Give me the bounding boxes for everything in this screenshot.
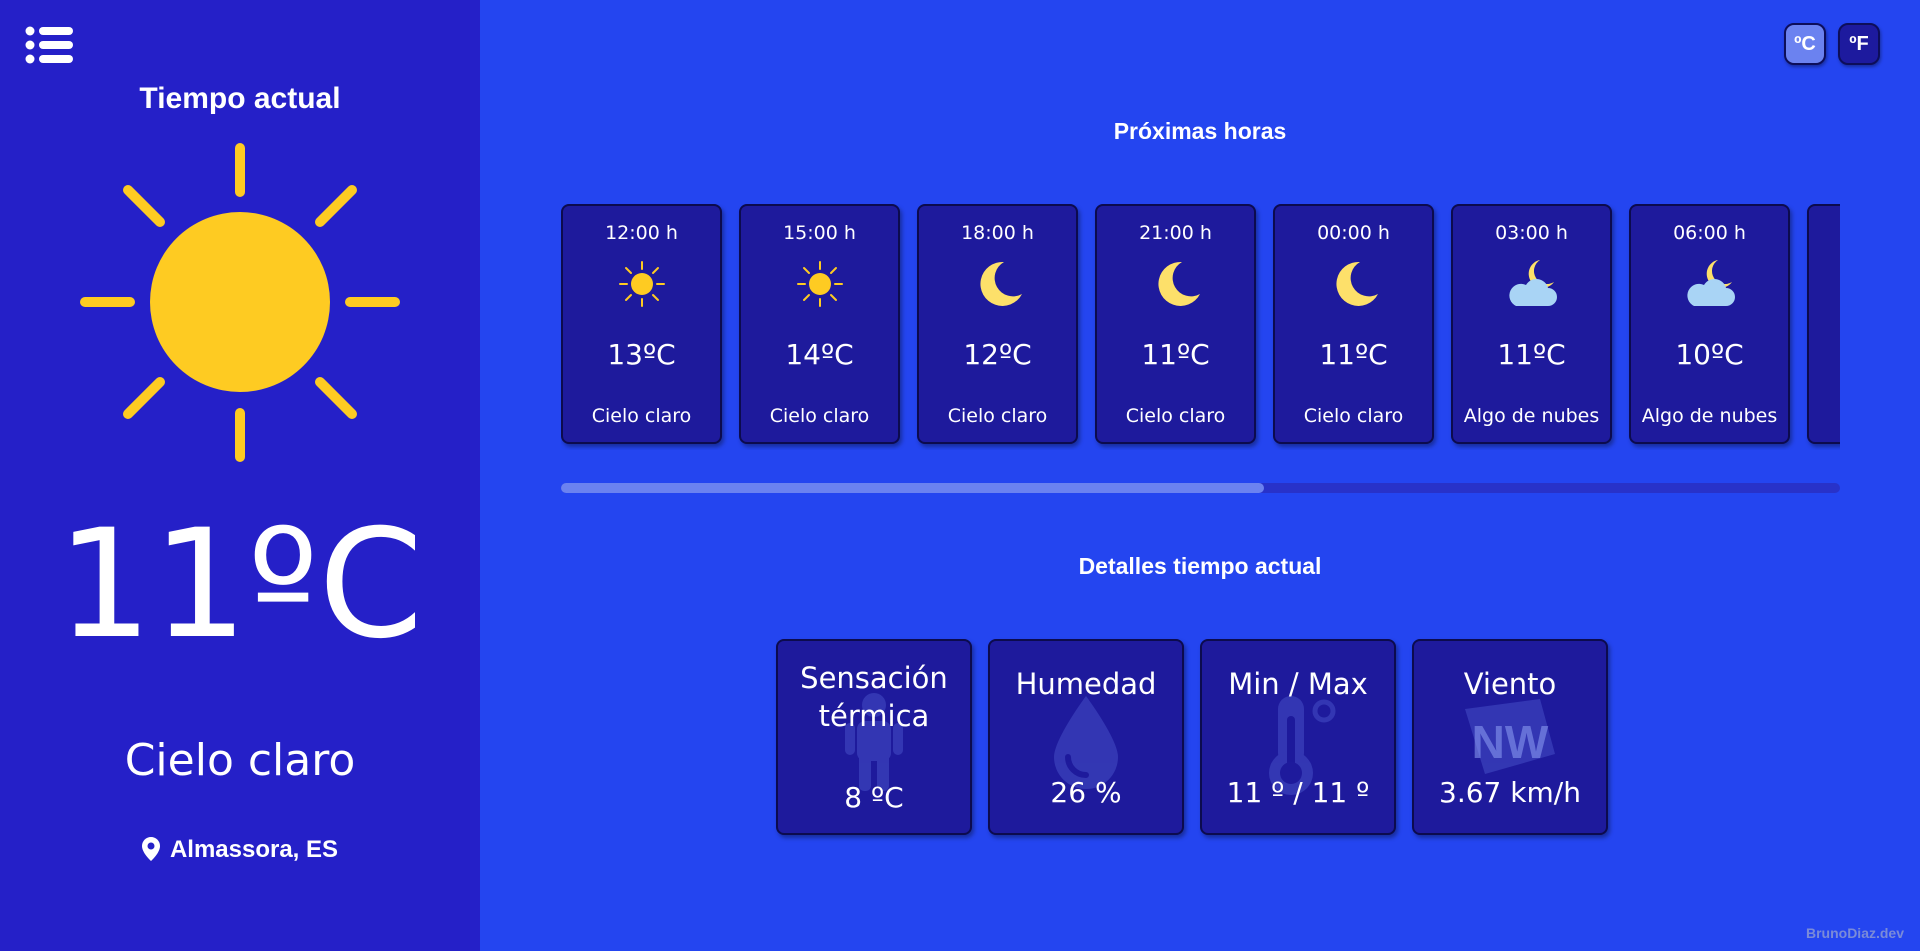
moon-cloud-icon [1504,258,1560,310]
moon-icon [970,258,1026,310]
hour-description: Cielo claro [1303,405,1404,427]
hour-card: 06:00 h 10ºC Algo de nubes [1629,204,1790,444]
hour-time: 18:00 h [961,222,1034,244]
hour-time: 06:00 h [1673,222,1746,244]
hour-description: Cielo claro [769,405,870,427]
current-description: Cielo claro [124,735,356,786]
humidity-label: Humedad [1015,667,1157,701]
hour-card [1807,204,1840,444]
hour-time: 03:00 h [1495,222,1568,244]
minmax-value: 11 º / 11 º [1226,776,1370,809]
hour-time: 21:00 h [1139,222,1212,244]
wind-direction-label: NW [1471,716,1549,768]
hour-description: Algo de nubes [1641,405,1778,427]
humidity-value: 26 % [1050,776,1122,809]
hourly-scrollbar[interactable] [561,483,1840,493]
footer-credit[interactable]: BrunoDiaz.dev [1806,925,1904,941]
hour-description: Algo de nubes [1463,405,1600,427]
sun-icon [614,258,670,310]
details-row: Sensación térmica 8 ºC Humedad 26 % Min … [776,639,1608,835]
wind-value: 3.67 km/h [1439,776,1581,809]
hour-temperature: 12ºC [963,338,1032,371]
minmax-card: Min / Max 11 º / 11 º [1200,639,1396,835]
sun-icon [80,140,400,465]
minmax-label: Min / Max [1228,667,1368,701]
hour-time: 15:00 h [783,222,856,244]
feels-like-value: 8 ºC [844,781,904,814]
feels-like-label: Sensación térmica [800,661,948,733]
current-weather-sidebar: Tiempo actual 11ºC Cielo claro Almassora… [0,0,480,951]
hour-temperature: 14ºC [785,338,854,371]
hour-card: 12:00 h 13ºC Cielo claro [561,204,722,444]
location-label: Almassora, ES [169,836,339,863]
hour-time: 12:00 h [605,222,678,244]
location-pin-icon [141,837,160,861]
hour-temperature: 10ºC [1675,338,1744,371]
hour-card: 21:00 h 11ºC Cielo claro [1095,204,1256,444]
hour-temperature: 11ºC [1319,338,1388,371]
hourly-scrollbar-thumb[interactable] [561,483,1265,493]
wind-label: Viento [1463,667,1557,701]
celsius-button[interactable]: ºC [1784,23,1826,65]
moon-icon [1326,258,1382,310]
hourly-section-title: Próximas horas [1113,118,1287,144]
sidebar-title: Tiempo actual [139,82,341,115]
hour-card: 00:00 h 11ºC Cielo claro [1273,204,1434,444]
sun-icon [792,258,848,310]
hour-description: Cielo claro [947,405,1048,427]
hourly-forecast-scroller[interactable]: 12:00 h 13ºC Cielo claro 15:00 h 14ºC Cielo c… [561,204,1840,450]
hour-card: 15:00 h 14ºC Cielo claro [739,204,900,444]
hour-card: 18:00 h 12ºC Cielo claro [917,204,1078,444]
current-temperature: 11ºC [56,498,424,672]
moon-icon [1148,258,1204,310]
hour-card: 03:00 h 11ºC Algo de nubes [1451,204,1612,444]
hour-time: 00:00 h [1317,222,1390,244]
fahrenheit-button[interactable]: ºF [1838,23,1880,65]
hour-temperature: 11ºC [1497,338,1566,371]
hour-temperature: 13ºC [607,338,676,371]
unit-toggle: ºC ºF [1784,23,1880,65]
hour-temperature: 11ºC [1141,338,1210,371]
wind-card: NW Viento 3.67 km/h [1412,639,1608,835]
feels-like-card: Sensación térmica 8 ºC [776,639,972,835]
location: Almassora, ES [0,836,480,864]
humidity-card: Humedad 26 % [988,639,1184,835]
hour-description: Cielo claro [1125,405,1226,427]
moon-cloud-icon [1682,258,1738,310]
details-section-title: Detalles tiempo actual [1078,553,1322,579]
menu-list-icon[interactable] [25,26,73,66]
hour-description: Cielo claro [591,405,692,427]
